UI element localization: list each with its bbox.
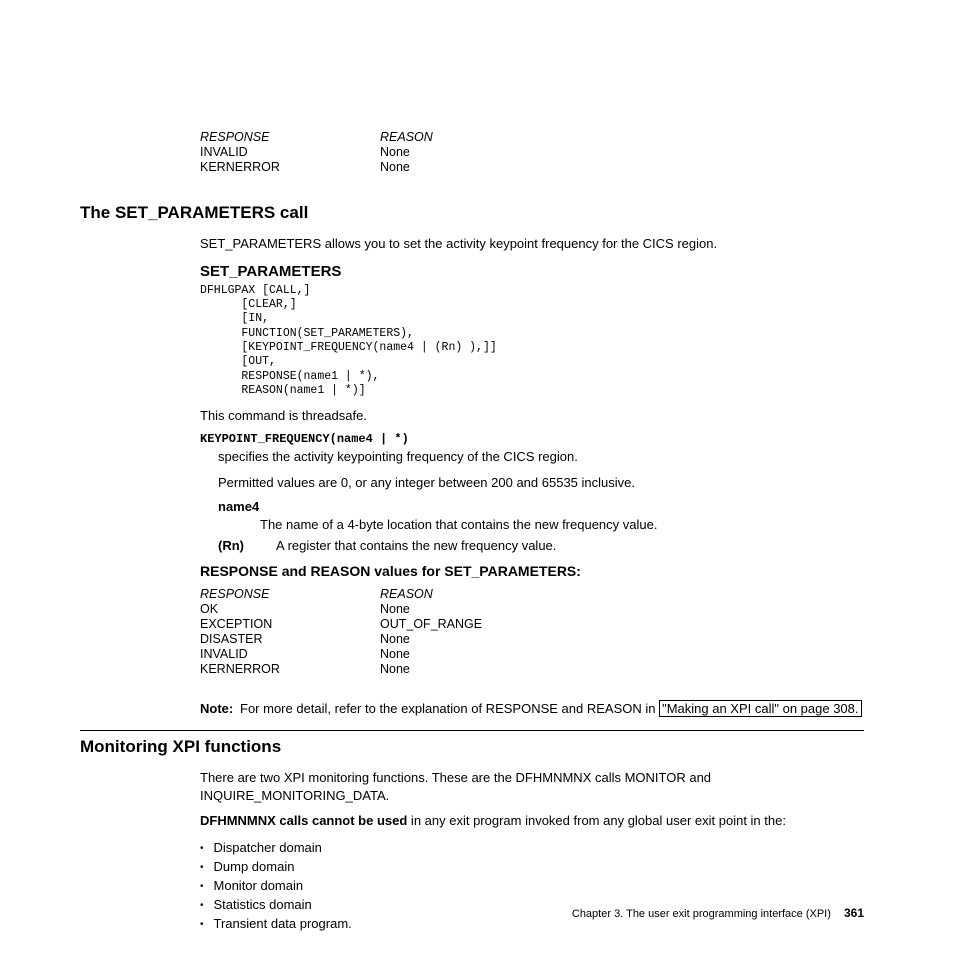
intro-text: SET_PARAMETERS allows you to set the act… [200,235,864,253]
section-rule [80,730,864,731]
list-item: Dump domain [200,857,864,876]
note-key: Note: [200,701,240,716]
mon-intro: There are two XPI monitoring functions. … [200,769,864,804]
name4-val: The name of a 4-byte location that conta… [260,517,864,532]
def-rn: (Rn) A register that contains the new fr… [218,538,864,553]
link-making-xpi-call[interactable]: "Making an XPI call" on page 308. [659,700,861,717]
def-name4: name4 [218,499,864,514]
kp-perm: Permitted values are 0, or any integer b… [218,474,864,492]
page-body: RESPONSE REASON INVALIDNone KERNERRORNon… [0,0,954,957]
col-response: RESPONSE [200,130,380,145]
heading-set-parameters-call: The SET_PARAMETERS call [80,203,864,223]
table-row: DISASTERNone [200,632,482,647]
list-item: Monitor domain [200,876,864,895]
table-row: KERNERRORNone [200,662,482,677]
term-keypoint-frequency: KEYPOINT_FREQUENCY(name4 | *) [200,432,864,446]
col-reason: REASON [380,587,482,602]
kp-desc: specifies the activity keypointing frequ… [218,448,864,466]
table-row: KERNERRORNone [200,160,433,175]
heading-set-parameters: SET_PARAMETERS [200,263,864,280]
note-block: Note: For more detail, refer to the expl… [200,701,864,716]
rn-val: A register that contains the new frequen… [276,538,556,553]
code-block: DFHLGPAX [CALL,] [CLEAR,] [IN, FUNCTION(… [200,284,864,399]
response-reason-table: RESPONSE REASON OKNone EXCEPTIONOUT_OF_R… [200,587,482,677]
page-footer: Chapter 3. The user exit programming int… [572,906,864,920]
note-pre: For more detail, refer to the explanatio… [240,701,659,716]
footer-chapter: Chapter 3. The user exit programming int… [572,908,831,920]
col-response: RESPONSE [200,587,380,602]
heading-rr-values: RESPONSE and REASON values for SET_PARAM… [200,563,864,579]
mon-warn-bold: DFHMNMNX calls cannot be used [200,813,407,828]
name4-key: name4 [218,499,276,514]
table-row: OKNone [200,602,482,617]
table-row: INVALIDNone [200,145,433,160]
table-row: INVALIDNone [200,647,482,662]
table-row: EXCEPTIONOUT_OF_RANGE [200,617,482,632]
list-item: Dispatcher domain [200,838,864,857]
top-response-table: RESPONSE REASON INVALIDNone KERNERRORNon… [200,130,864,175]
heading-monitoring-xpi: Monitoring XPI functions [80,737,864,757]
rn-key: (Rn) [218,538,276,553]
footer-page-number: 361 [844,906,864,920]
response-reason-table-top: RESPONSE REASON INVALIDNone KERNERRORNon… [200,130,433,175]
threadsafe-text: This command is threadsafe. [200,407,864,425]
mon-warn-rest: in any exit program invoked from any glo… [407,813,786,828]
mon-warn: DFHMNMNX calls cannot be used in any exi… [200,812,864,830]
note-value: For more detail, refer to the explanatio… [240,701,864,716]
col-reason: REASON [380,130,433,145]
